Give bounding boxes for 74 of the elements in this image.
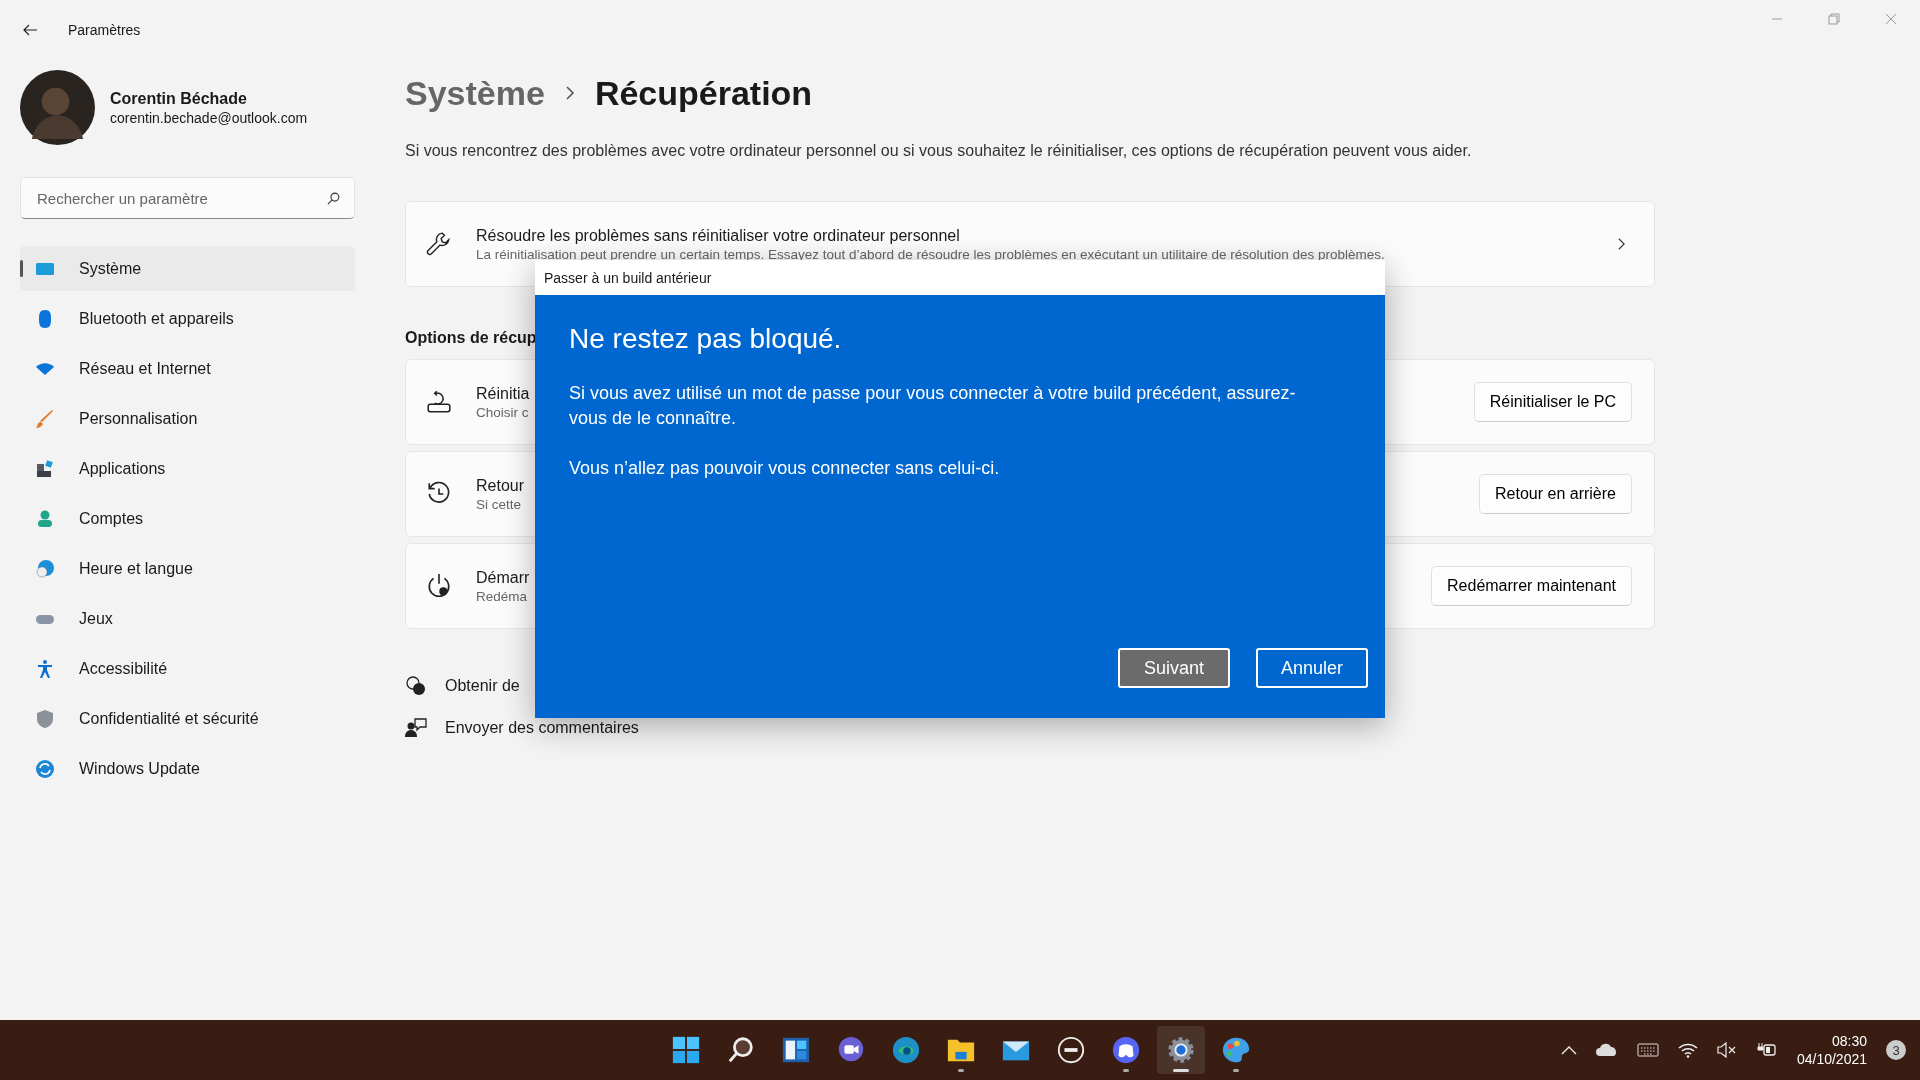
breadcrumb-link[interactable]: Système	[405, 73, 545, 113]
palette-icon	[1221, 1035, 1251, 1065]
card-subtitle: Choisir c	[476, 404, 529, 420]
card-subtitle: La réinitialisation peut prendre un certain temps. Essayez tout d’abord de résoudre les problèmes en exécutant un utilitaire de résolution des problèmes.	[476, 246, 1385, 262]
chevron-up-icon[interactable]	[1560, 1045, 1577, 1055]
category-icon	[35, 408, 55, 429]
search-field[interactable]: Rechercher un paramètre	[20, 177, 355, 219]
category-icon	[35, 708, 55, 729]
search-icon	[726, 1035, 756, 1065]
user-name: Corentin Béchade	[110, 89, 248, 108]
clock-date[interactable]: 04/10/2021	[1796, 1051, 1867, 1067]
section-title: Options de récup	[405, 329, 537, 347]
dialog-title: Passer à un build antérieur	[544, 269, 712, 286]
category-icon	[35, 458, 55, 479]
card-title: Retour	[476, 476, 525, 495]
chevron-icon	[1617, 237, 1626, 251]
grid-icon	[671, 1035, 701, 1065]
sidebar-item[interactable]: Windows Update	[20, 746, 355, 791]
widgets-icon	[781, 1035, 811, 1065]
search-input[interactable]: Rechercher un paramètre	[35, 188, 327, 208]
sidebar-item[interactable]: Jeux	[20, 596, 355, 641]
page-title: Récupération	[594, 73, 813, 113]
card-subtitle: Redéma	[476, 588, 528, 604]
browser-icon	[891, 1035, 921, 1065]
wifi-icon[interactable]	[1677, 1042, 1698, 1058]
action-button[interactable]: Réinitialiser le PC	[1473, 382, 1632, 422]
sidebar-item[interactable]: Réseau et Internet	[20, 346, 355, 391]
chat-app-icon	[1111, 1035, 1141, 1065]
back-icon[interactable]	[22, 22, 38, 38]
action-button[interactable]: Retour en arrière	[1479, 474, 1632, 514]
card-title: Réinitia	[476, 384, 530, 403]
category-icon	[35, 558, 55, 579]
sidebar-item[interactable]: Confidentialité et sécurité	[20, 696, 355, 741]
card-subtitle: Si cette	[476, 496, 522, 512]
clock-time[interactable]: 08:30	[1831, 1033, 1867, 1049]
page-description: Si vous rencontrez des problèmes avec votre ordinateur personnel ou si vous souhaitez le réinitialiser, ces options de récupération peuvent vous aider.	[405, 142, 1473, 160]
category-icon	[35, 658, 55, 679]
chevron-icon	[564, 85, 575, 101]
sidebar-item[interactable]: Bluetooth et appareils	[20, 296, 355, 341]
feedback-icon	[405, 717, 427, 739]
battery-icon[interactable]	[1755, 1042, 1778, 1058]
window-title: Paramètres	[68, 22, 141, 38]
dialog-button[interactable]: Suivant	[1118, 648, 1230, 688]
cloud-icon[interactable]	[1595, 1043, 1618, 1057]
category-icon	[35, 758, 55, 779]
sidebar-item[interactable]: Accessibilité	[20, 646, 355, 691]
user-email: corentin.bechade@outlook.com	[110, 109, 308, 126]
notification-badge[interactable]: 3	[1886, 1040, 1906, 1060]
round-logo-icon	[1056, 1035, 1086, 1065]
option-icon	[426, 573, 452, 599]
wrench-icon	[426, 231, 452, 257]
muted-speaker-icon[interactable]	[1716, 1042, 1737, 1058]
dialog-text: Si vous avez utilisé un mot de passe pour vous connecter à votre build précédent, assurez-vous de le connaître.	[569, 382, 1297, 430]
card-title: Démarr	[476, 568, 530, 587]
dialog-text: Vous n’allez pas pouvoir vous connecter sans celui-ci.	[569, 457, 1001, 480]
close-icon[interactable]	[1885, 13, 1897, 25]
feedback-link[interactable]: Envoyer des commentaires	[445, 719, 639, 737]
category-icon	[35, 508, 55, 529]
dialog-button[interactable]: Annuler	[1256, 648, 1368, 688]
gear-icon	[1166, 1035, 1196, 1065]
keyboard-icon[interactable]	[1636, 1043, 1659, 1057]
sidebar-item[interactable]: Applications	[20, 446, 355, 491]
option-icon	[426, 389, 452, 415]
dialog-heading: Ne restez pas bloqué.	[569, 323, 843, 355]
search-icon	[327, 191, 340, 205]
card-title: Résoudre les problèmes sans réinitialiser votre ordinateur personnel	[476, 226, 960, 245]
sidebar-item[interactable]: Heure et langue	[20, 546, 355, 591]
sidebar-item[interactable]: Personnalisation	[20, 396, 355, 441]
taskbar-app[interactable]	[1157, 1026, 1205, 1074]
help-link[interactable]: Obtenir de	[445, 677, 520, 695]
sidebar-item[interactable]: Système	[20, 246, 355, 291]
action-button[interactable]: Redémarrer maintenant	[1431, 566, 1632, 606]
sidebar-item[interactable]: Comptes	[20, 496, 355, 541]
help-icon	[405, 675, 427, 697]
